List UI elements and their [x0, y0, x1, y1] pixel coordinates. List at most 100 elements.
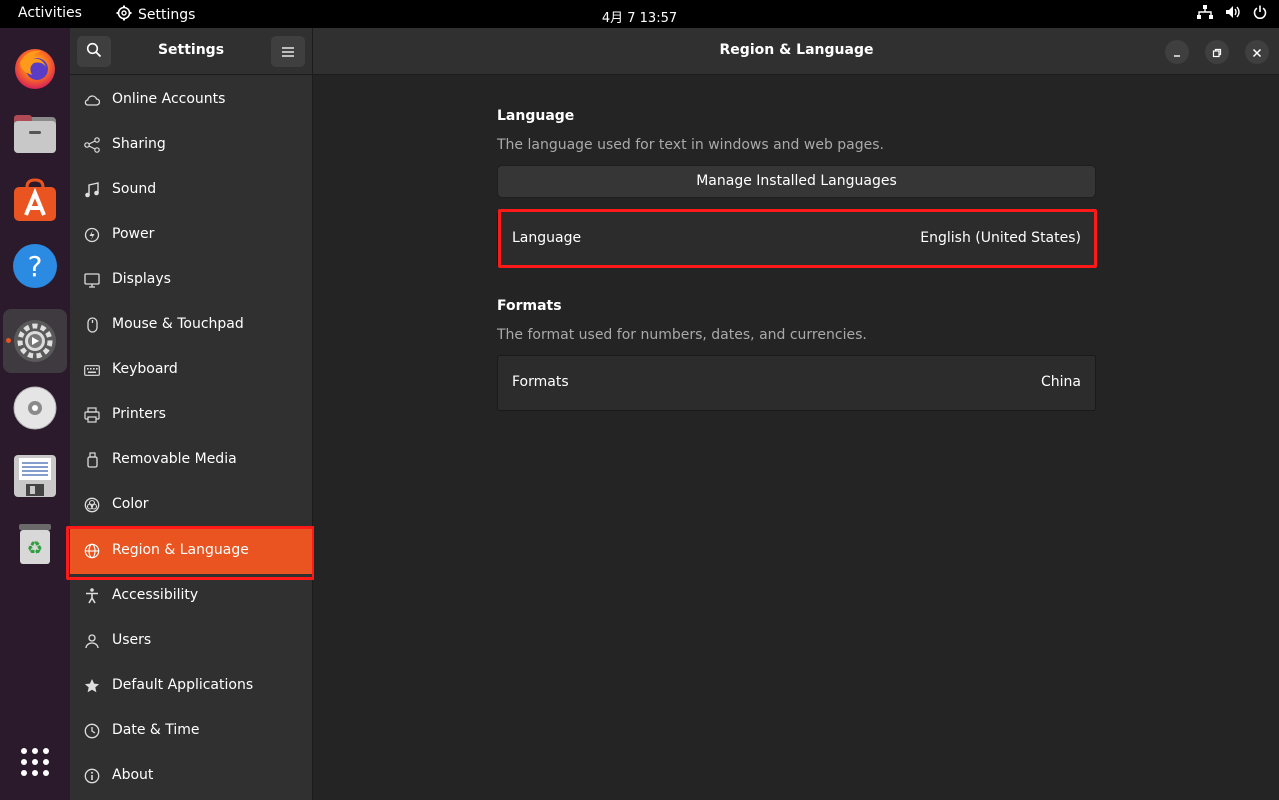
- show-apps-icon: [19, 746, 51, 778]
- network-icon[interactable]: [1197, 5, 1213, 19]
- formats-section-title: Formats: [497, 298, 562, 314]
- sidebar-item-displays[interactable]: Displays: [70, 258, 313, 303]
- sidebar-item-power[interactable]: Power: [70, 213, 313, 258]
- system-tray[interactable]: [1197, 5, 1267, 19]
- sidebar-item-mouse-touchpad[interactable]: Mouse & Touchpad: [70, 303, 313, 348]
- formats-row[interactable]: Formats China: [497, 355, 1096, 411]
- search-icon: [86, 42, 102, 62]
- settings-title: Settings: [157, 42, 225, 58]
- region-language-panel: Language The language used for text in w…: [314, 75, 1279, 800]
- gear-icon: [116, 5, 132, 25]
- svg-text:?: ?: [28, 250, 43, 283]
- sidebar-item-label: About: [112, 767, 154, 783]
- cloud-icon: [84, 92, 100, 108]
- save-icon: [12, 453, 58, 499]
- dock-trash[interactable]: ♻: [3, 511, 67, 575]
- app-center-icon: [12, 177, 58, 223]
- keyboard-icon: [84, 362, 100, 378]
- disc-icon: [12, 385, 58, 431]
- maximize-button[interactable]: [1205, 40, 1229, 64]
- share-icon: [84, 137, 100, 153]
- page-title: Region & Language: [719, 42, 874, 58]
- sidebar: Online Accounts Sharing Sound Power Disp…: [66, 75, 315, 800]
- dock-disc[interactable]: [3, 376, 67, 440]
- star-icon: [84, 678, 100, 694]
- display-icon: [84, 272, 100, 288]
- app-menu-label: Settings: [138, 7, 196, 23]
- dock: ? ♻: [0, 28, 70, 800]
- sidebar-item-keyboard[interactable]: Keyboard: [70, 348, 313, 393]
- power-menu-icon[interactable]: [1253, 5, 1267, 19]
- language-section-description: The language used for text in windows an…: [497, 137, 884, 153]
- sidebar-item-label: Date & Time: [112, 722, 200, 738]
- files-icon: [12, 111, 58, 157]
- minimize-button[interactable]: [1165, 40, 1189, 64]
- help-icon: ?: [12, 243, 58, 289]
- sidebar-header: Settings: [70, 28, 313, 75]
- sidebar-item-label: Sharing: [112, 136, 166, 152]
- dock-firefox[interactable]: [3, 36, 67, 100]
- usb-drive-icon: [84, 452, 100, 468]
- dock-app-center[interactable]: [3, 168, 67, 232]
- running-indicator: [6, 338, 11, 343]
- sidebar-item-sharing[interactable]: Sharing: [70, 123, 313, 168]
- color-icon: [84, 497, 100, 513]
- clock-icon: [84, 723, 100, 739]
- dock-settings[interactable]: [3, 309, 67, 373]
- power-icon: [84, 227, 100, 243]
- info-icon: [84, 768, 100, 784]
- sidebar-item-about[interactable]: About: [70, 754, 313, 799]
- selection-highlight-box: [66, 526, 315, 580]
- firefox-icon: [12, 45, 58, 91]
- sidebar-item-sound[interactable]: Sound: [70, 168, 313, 213]
- settings-icon: [12, 318, 58, 364]
- dock-save[interactable]: [3, 444, 67, 508]
- sidebar-item-label: Accessibility: [112, 587, 199, 603]
- sidebar-item-label: Users: [112, 632, 152, 648]
- dock-files[interactable]: [3, 102, 67, 166]
- sidebar-item-users[interactable]: Users: [70, 619, 313, 664]
- sidebar-item-default-applications[interactable]: Default Applications: [70, 664, 313, 709]
- sidebar-item-label: Removable Media: [112, 451, 237, 467]
- language-highlight-box: [498, 209, 1097, 268]
- close-icon: [1252, 43, 1262, 62]
- sidebar-item-label: Mouse & Touchpad: [112, 316, 244, 332]
- settings-window: Settings Region & Language Online Accoun…: [66, 28, 1279, 800]
- sidebar-item-label: Default Applications: [112, 677, 254, 693]
- volume-icon[interactable]: [1225, 5, 1241, 19]
- sidebar-item-label: Color: [112, 496, 149, 512]
- trash-icon: ♻: [12, 520, 58, 566]
- header-bar: Settings Region & Language: [70, 28, 1279, 75]
- minimize-icon: [1172, 43, 1182, 62]
- activities-button[interactable]: Activities: [18, 5, 82, 21]
- sidebar-item-label: Keyboard: [112, 361, 178, 377]
- search-button[interactable]: [77, 36, 111, 67]
- sidebar-item-accessibility[interactable]: Accessibility: [70, 574, 313, 619]
- sidebar-item-color[interactable]: Color: [70, 483, 313, 528]
- sidebar-item-online-accounts[interactable]: Online Accounts: [70, 78, 313, 123]
- sidebar-item-label: Online Accounts: [112, 91, 226, 107]
- sidebar-item-date-time[interactable]: Date & Time: [70, 709, 313, 754]
- svg-text:♻: ♻: [27, 538, 43, 559]
- menu-button[interactable]: [271, 36, 305, 67]
- sidebar-item-removable-media[interactable]: Removable Media: [70, 438, 313, 483]
- manage-installed-languages-button[interactable]: Manage Installed Languages: [497, 165, 1096, 198]
- dock-help[interactable]: ?: [3, 234, 67, 298]
- app-menu[interactable]: Settings: [116, 5, 195, 25]
- sidebar-item-label: Displays: [112, 271, 171, 287]
- formats-section-description: The format used for numbers, dates, and …: [497, 327, 867, 343]
- music-note-icon: [84, 182, 100, 198]
- sidebar-item-label: Power: [112, 226, 155, 242]
- language-section-title: Language: [497, 108, 575, 124]
- formats-row-value: China: [1041, 374, 1081, 390]
- dock-show-apps[interactable]: [3, 730, 67, 794]
- top-bar: Activities Settings 4月 7 13:57: [0, 0, 1279, 28]
- accessibility-icon: [84, 588, 100, 604]
- restore-icon: [1212, 43, 1222, 62]
- formats-row-label: Formats: [512, 374, 569, 390]
- printer-icon: [84, 407, 100, 423]
- sidebar-item-label: Printers: [112, 406, 166, 422]
- close-button[interactable]: [1245, 40, 1269, 64]
- sidebar-item-label: Sound: [112, 181, 157, 197]
- sidebar-item-printers[interactable]: Printers: [70, 393, 313, 438]
